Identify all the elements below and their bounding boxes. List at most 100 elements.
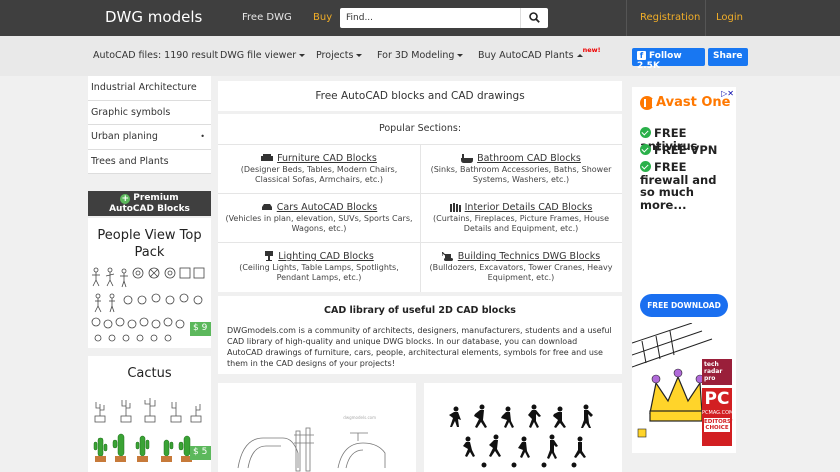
- badge-text: tech: [704, 361, 719, 368]
- popular-sections-header: Popular Sections:: [378, 123, 462, 134]
- caret-up-icon: [576, 54, 583, 57]
- menu-for-3d[interactable]: For 3D Modeling: [377, 50, 464, 61]
- editors-choice: EDITORS' CHOICE: [704, 418, 733, 432]
- new-badge: new!: [582, 46, 601, 54]
- avast-ad[interactable]: ▷✕ Avast One FREE antivirus FREE VPN FRE…: [632, 87, 736, 453]
- nav-free-dwg[interactable]: Free DWG: [242, 12, 292, 23]
- sidebar-item-trees[interactable]: Trees and Plants: [88, 149, 211, 174]
- about-text: DWGmodels.com is a community of architec…: [227, 326, 612, 368]
- price-tag: $ 9: [190, 322, 211, 336]
- sidebar-item-industrial[interactable]: Industrial Architecture: [88, 76, 211, 101]
- premium-line1: Premium: [133, 193, 179, 203]
- section-link[interactable]: Interior Details CAD Blocks: [465, 202, 593, 213]
- people-silhouettes-drawing: [449, 404, 593, 468]
- techradar-badge: tech radar pro: [702, 359, 732, 385]
- pcmag-badge: PC PCMAG.COM EDITORS' CHOICE: [702, 388, 734, 446]
- top-navbar: DWG models Free DWG Buy Registration Log…: [0, 0, 840, 36]
- check-icon: [640, 161, 651, 172]
- caret-down-icon: [299, 54, 306, 57]
- promo-title: Cactus: [127, 366, 172, 381]
- section-desc: (Curtains, Fireplaces, Picture Frames, H…: [432, 214, 609, 233]
- ad-feature-text: FREE VPN: [654, 143, 718, 157]
- facebook-follow-button[interactable]: f Follow 2.5K: [632, 48, 705, 71]
- sidebar-item-urban[interactable]: Urban planing •: [88, 125, 211, 150]
- excavator-icon: [441, 251, 453, 261]
- sidebar-item-label: Trees and Plants: [91, 155, 169, 167]
- category-sidebar: Industrial Architecture Graphic symbols …: [88, 76, 211, 174]
- section-cars[interactable]: Cars AutoCAD Blocks (Vehicles in plan, e…: [218, 193, 420, 242]
- section-link[interactable]: Bathroom CAD Blocks: [477, 153, 581, 164]
- files-count: AutoCAD files: 1190 result: [93, 50, 219, 61]
- section-desc: (Vehicles in plan, elevation, SUVs, Spor…: [225, 214, 413, 233]
- sidebar-item-graphic-symbols[interactable]: Graphic symbols: [88, 100, 211, 125]
- car-icon: [261, 204, 272, 210]
- sidebar-item-label: Industrial Architecture: [91, 82, 197, 93]
- bullet-icon: •: [200, 132, 205, 141]
- promo-people-pack[interactable]: People View Top Pack $ 9: [88, 218, 211, 348]
- badge-text: pro: [704, 375, 716, 382]
- plus-icon: +: [120, 194, 131, 204]
- about-title: CAD library of useful 2D CAD blocks: [324, 305, 516, 316]
- facebook-share-button[interactable]: Share: [708, 48, 748, 66]
- section-desc: (Ceiling Lights, Table Lamps, Spotlights…: [239, 263, 399, 282]
- premium-header[interactable]: + Premium AutoCAD Blocks: [88, 191, 211, 216]
- menu-buy-plants[interactable]: Buy AutoCAD Plants new!: [478, 46, 601, 61]
- menu-label: Projects: [316, 50, 354, 61]
- ad-feature: FREE VPN: [640, 144, 717, 157]
- thumbnail-people-silhouettes[interactable]: [424, 383, 622, 472]
- watermark: dwgmodels.com: [343, 415, 376, 420]
- lamp-icon: [265, 251, 274, 261]
- section-desc: (Sinks, Bathroom Accessories, Baths, Sho…: [430, 165, 612, 184]
- section-link[interactable]: Furniture CAD Blocks: [277, 153, 377, 164]
- menu-dwg-viewer[interactable]: DWG file viewer: [220, 50, 306, 61]
- section-link[interactable]: Lighting CAD Blocks: [278, 251, 374, 262]
- page-title: Free AutoCAD blocks and CAD drawings: [218, 81, 622, 111]
- sidebar-item-label: Urban planing: [91, 131, 158, 142]
- bathtub-icon: [461, 153, 474, 163]
- check-icon: [640, 127, 651, 138]
- promo-title: People View Top Pack: [97, 228, 202, 260]
- search-button[interactable]: [520, 8, 548, 28]
- badge-text: radar: [704, 368, 723, 375]
- nav-buy[interactable]: Buy: [313, 12, 332, 23]
- popular-sections: Popular Sections: Furniture CAD Blocks (…: [218, 114, 622, 292]
- site-logo[interactable]: DWG models: [105, 8, 202, 26]
- section-building-technics[interactable]: Building Technics DWG Blocks (Bulldozers…: [420, 242, 622, 291]
- section-furniture[interactable]: Furniture CAD Blocks (Designer Beds, Tab…: [218, 144, 420, 193]
- menu-label: Buy AutoCAD Plants: [478, 50, 574, 61]
- menu-label: DWG file viewer: [220, 50, 297, 61]
- premium-line2: AutoCAD Blocks: [109, 204, 190, 214]
- menu-projects[interactable]: Projects: [316, 50, 363, 61]
- section-desc: (Designer Beds, Tables, Modern Chairs, C…: [240, 165, 398, 184]
- section-link[interactable]: Building Technics DWG Blocks: [458, 251, 600, 262]
- section-interior[interactable]: Interior Details CAD Blocks (Curtains, F…: [420, 193, 622, 242]
- check-icon: [640, 144, 651, 155]
- caret-down-icon: [457, 54, 464, 57]
- facebook-icon: f: [637, 51, 646, 60]
- ad-feature-text: FREE firewall and so much more...: [640, 160, 717, 212]
- search-icon: [529, 12, 540, 23]
- pcmag-domain: PCMAG.COM: [702, 410, 734, 416]
- login-link[interactable]: Login: [716, 12, 743, 23]
- gym-equipment-drawing: [237, 427, 386, 472]
- avast-logo-icon: [640, 96, 654, 110]
- pcmag-logo: PC: [704, 389, 730, 409]
- sofa-icon: [261, 154, 274, 161]
- books-icon: [449, 202, 461, 212]
- sidebar-item-label: Graphic symbols: [91, 106, 171, 118]
- ad-feature: FREE firewall and so much more...: [640, 161, 732, 211]
- ad-brand: Avast One: [656, 95, 731, 110]
- nav-divider: [626, 0, 627, 36]
- promo-cactus[interactable]: Cactus $ 5: [88, 356, 211, 472]
- section-desc: (Bulldozers, Excavators, Tower Cranes, H…: [429, 263, 613, 282]
- registration-link[interactable]: Registration: [640, 12, 700, 23]
- search-input[interactable]: [340, 8, 520, 28]
- ad-download-button[interactable]: FREE DOWNLOAD: [640, 294, 728, 317]
- nav-divider: [705, 0, 706, 36]
- share-label: Share: [713, 51, 743, 61]
- about-section: CAD library of useful 2D CAD blocks DWGm…: [218, 296, 622, 374]
- section-link[interactable]: Cars AutoCAD Blocks: [277, 202, 378, 213]
- thumbnail-gym-equipment[interactable]: dwgmodels.com: [218, 383, 416, 472]
- section-bathroom[interactable]: Bathroom CAD Blocks (Sinks, Bathroom Acc…: [420, 144, 622, 193]
- section-lighting[interactable]: Lighting CAD Blocks (Ceiling Lights, Tab…: [218, 242, 420, 291]
